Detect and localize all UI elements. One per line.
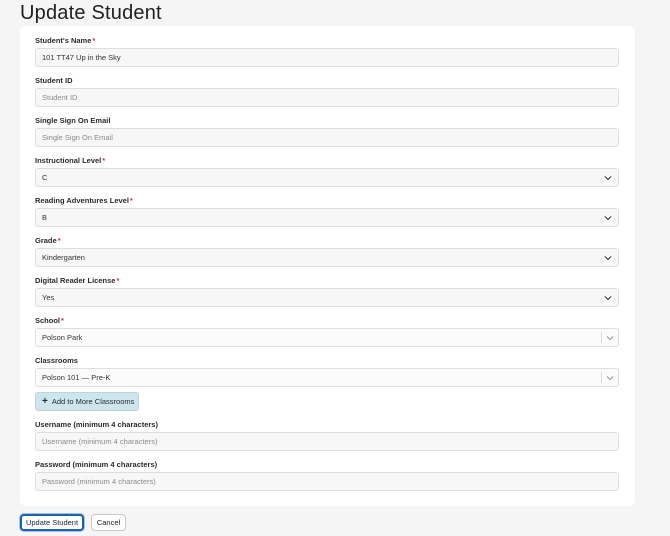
username-placeholder: Username (minimum 4 characters): [42, 437, 158, 446]
username-label: Username (minimum 4 characters): [35, 420, 158, 429]
student-id-input[interactable]: Student ID: [35, 88, 619, 107]
add-to-more-classrooms-label: Add to More Classrooms: [51, 397, 135, 406]
digital-reader-license-value: Yes: [42, 293, 55, 302]
chevron-down-icon: [604, 214, 612, 222]
reading-adventures-level-label: Reading Adventures Level*: [35, 196, 133, 205]
required-marker: *: [116, 276, 120, 285]
student-id-placeholder: Student ID: [42, 93, 78, 102]
required-marker: *: [61, 316, 64, 325]
grade-label: Grade*: [35, 236, 61, 245]
chevron-down-icon[interactable]: [606, 334, 614, 342]
student-id-label: Student ID: [35, 76, 73, 85]
password-input[interactable]: Password (minimum 4 characters): [35, 472, 619, 491]
grade-value: Kindergarten: [42, 253, 85, 262]
chevron-down-icon: [604, 174, 612, 182]
digital-reader-license-select[interactable]: Yes: [35, 288, 619, 307]
combobox-separator: [601, 372, 602, 383]
grade-select[interactable]: Kindergarten: [35, 248, 619, 267]
sso-email-placeholder: Single Sign On Email: [42, 133, 113, 142]
password-placeholder: Password (minimum 4 characters): [42, 477, 156, 486]
classrooms-value: Polson 101 — Pre-K: [42, 373, 111, 382]
classrooms-combobox[interactable]: Polson 101 — Pre-K: [35, 368, 619, 387]
school-value: Polson Park: [42, 333, 83, 342]
username-input[interactable]: Username (minimum 4 characters): [35, 432, 619, 451]
digital-reader-license-label: Digital Reader License*: [35, 276, 120, 285]
school-combobox[interactable]: Polson Park: [35, 328, 619, 347]
page-title: Update Student: [20, 2, 162, 24]
sso-email-input[interactable]: Single Sign On Email: [35, 128, 619, 147]
school-label: School*: [35, 316, 64, 325]
update-student-button[interactable]: Update Student: [20, 514, 84, 531]
instructional-level-select[interactable]: C: [35, 168, 619, 187]
required-marker: *: [57, 236, 61, 245]
instructional-level-value: C: [42, 173, 48, 182]
password-label: Password (minimum 4 characters): [35, 460, 158, 469]
classrooms-label: Classrooms: [35, 356, 78, 365]
student-name-input[interactable]: 101 TT47 Up in the Sky: [35, 48, 619, 67]
cancel-button[interactable]: Cancel: [91, 514, 126, 531]
add-to-more-classrooms-button[interactable]: + Add to More Classrooms: [35, 392, 139, 411]
chevron-down-icon[interactable]: [606, 374, 614, 382]
required-marker: *: [92, 36, 96, 45]
chevron-down-icon: [604, 254, 612, 262]
student-name-value: 101 TT47 Up in the Sky: [42, 53, 121, 62]
plus-icon: +: [42, 395, 48, 407]
reading-adventures-level-select[interactable]: B: [35, 208, 619, 227]
student-name-label: Student's Name*: [35, 36, 96, 45]
sso-email-label: Single Sign On Email: [35, 116, 111, 125]
reading-adventures-level-value: B: [42, 213, 48, 222]
required-marker: *: [102, 156, 106, 165]
chevron-down-icon: [604, 294, 612, 302]
combobox-separator: [601, 332, 602, 343]
instructional-level-label: Instructional Level*: [35, 156, 106, 165]
student-form-card: Student's Name* 101 TT47 Up in the Sky S…: [20, 26, 635, 506]
required-marker: *: [129, 196, 133, 205]
